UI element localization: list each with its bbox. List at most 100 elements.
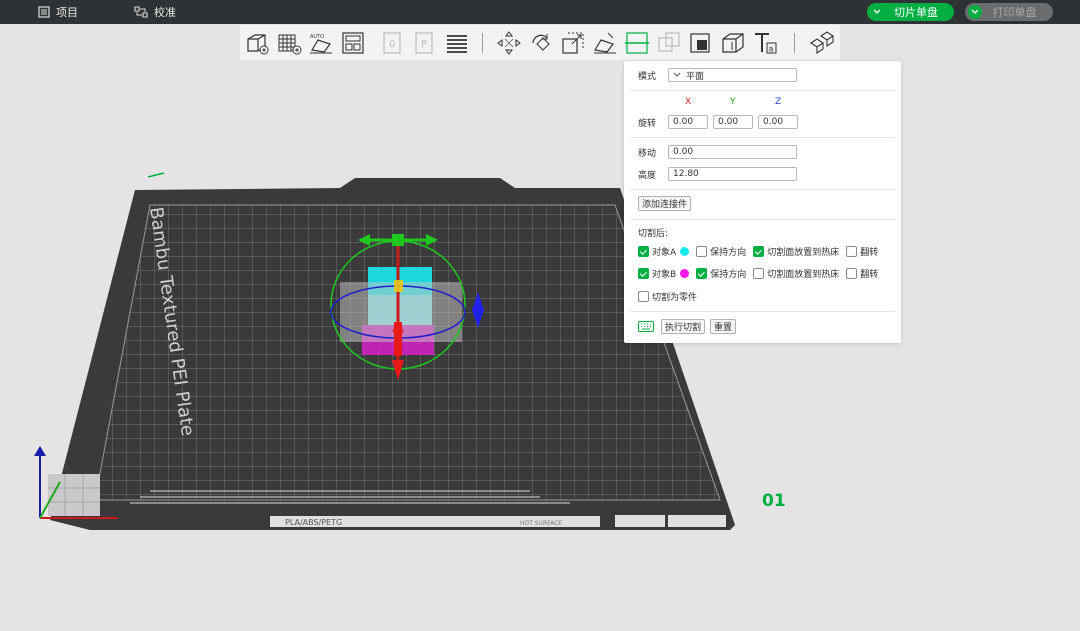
cut-panel: 模式 平面 X Y Z 旋转 0.00 0.00 0.00 移动 0.00 高度…: [624, 61, 901, 343]
move-value: 0.00: [673, 147, 694, 157]
object-a-checkbox[interactable]: [638, 246, 649, 257]
edit-icon[interactable]: [147, 172, 165, 178]
project-tab[interactable]: 项目: [38, 4, 78, 20]
object-b-place-on-bed-option[interactable]: 切割面放置到热床: [753, 267, 839, 280]
axis-y-label: Y: [730, 97, 736, 107]
3d-viewport[interactable]: PLA/ABS/PETG HOT SURFACE Bambu Textured …: [0, 60, 1080, 631]
print-plate-button[interactable]: 打印单盘: [965, 3, 1053, 21]
axis-z-label: Z: [775, 97, 782, 107]
keyboard-icon[interactable]: [638, 321, 654, 332]
after-cut-label: 切割后:: [638, 229, 669, 239]
chevron-down-icon: [673, 72, 681, 77]
svg-text:0: 0: [389, 39, 395, 50]
mode-select[interactable]: 平面: [668, 68, 797, 82]
object-a-flip-checkbox[interactable]: [846, 246, 858, 257]
divider: [630, 90, 895, 91]
project-icon: [38, 6, 50, 18]
lay-on-face-icon[interactable]: [592, 30, 618, 56]
slice-plate-label: 切片单盘: [894, 6, 938, 19]
object-b-flip-option[interactable]: 翻转: [846, 267, 878, 280]
object-a-color-swatch: [680, 247, 690, 256]
object-a-place-on-bed-label: 切割面放置到热床: [767, 248, 840, 258]
arrange-grid-icon[interactable]: [276, 30, 302, 56]
print-plate-label: 打印单盘: [992, 6, 1037, 19]
toolbar-separator: [482, 33, 483, 53]
object-b-keep-orientation-option[interactable]: 保持方向: [696, 267, 746, 280]
rotation-z-value: 0.00: [763, 117, 784, 127]
cut-icon[interactable]: [624, 30, 650, 56]
object-b-place-on-bed-label: 切割面放置到热床: [767, 270, 840, 280]
add-connector-button[interactable]: 添加连接件: [638, 196, 692, 211]
rotation-z-input[interactable]: 0.00: [758, 115, 798, 129]
calibrate-tab[interactable]: 校准: [134, 4, 176, 20]
object-a-flip-label: 翻转: [860, 248, 879, 258]
perform-cut-button[interactable]: 执行切割: [661, 319, 706, 334]
move-icon[interactable]: [496, 30, 522, 56]
rotation-x-input[interactable]: 0.00: [668, 115, 708, 129]
calibrate-icon: [134, 6, 148, 18]
plate-p-icon[interactable]: P: [412, 30, 438, 56]
object-b-checkbox[interactable]: [638, 268, 649, 279]
layout-icon[interactable]: [340, 30, 366, 56]
scale-icon[interactable]: [560, 30, 586, 56]
rotation-y-input[interactable]: 0.00: [713, 115, 753, 129]
mode-label: 模式: [638, 71, 657, 82]
add-cube-icon[interactable]: [244, 30, 270, 56]
object-b-option[interactable]: 对象B: [638, 267, 690, 280]
object-a-keep-orientation-checkbox[interactable]: [696, 246, 708, 257]
divider: [630, 219, 895, 220]
axis-x-label: X: [685, 97, 692, 107]
divider: [630, 311, 895, 312]
main-toolbar: AUTO 0 P a: [240, 25, 840, 60]
chevron-down-icon[interactable]: [968, 5, 982, 19]
object-a-row: 对象A 保持方向 切割面放置到热床 翻转: [638, 245, 885, 258]
object-a-label: 对象A: [652, 248, 677, 258]
assembly-icon[interactable]: [808, 30, 834, 56]
object-b-keep-orientation-checkbox[interactable]: [696, 268, 708, 279]
object-a-place-on-bed-checkbox[interactable]: [753, 246, 765, 257]
object-b-flip-label: 翻转: [860, 270, 879, 280]
cut-to-parts-label: 切割为零件: [652, 293, 698, 303]
support-paint-icon[interactable]: [688, 30, 714, 56]
object-a-keep-orientation-label: 保持方向: [710, 248, 747, 258]
object-b-place-on-bed-checkbox[interactable]: [753, 268, 765, 279]
cut-to-parts-option[interactable]: 切割为零件: [638, 290, 697, 303]
slice-plate-button[interactable]: 切片单盘: [867, 3, 954, 21]
calibrate-label: 校准: [154, 6, 176, 19]
object-a-option[interactable]: 对象A: [638, 245, 690, 258]
add-connector-label: 添加连接件: [642, 200, 688, 210]
divider: [630, 137, 895, 138]
move-label: 移动: [638, 148, 657, 159]
svg-text:P: P: [421, 39, 427, 50]
object-b-label: 对象B: [652, 270, 677, 280]
seam-paint-icon[interactable]: [720, 30, 746, 56]
svg-text:AUTO: AUTO: [310, 34, 324, 40]
auto-orient-icon[interactable]: AUTO: [308, 30, 334, 56]
filament-label: PLA/ABS/PETG: [285, 518, 342, 527]
project-label: 项目: [56, 6, 78, 19]
object-b-keep-orientation-label: 保持方向: [710, 270, 747, 280]
rotation-x-value: 0.00: [673, 117, 694, 127]
height-label: 高度: [638, 170, 657, 181]
object-b-flip-checkbox[interactable]: [846, 268, 858, 279]
hot-surface-label: HOT SURFACE: [520, 520, 562, 527]
text-icon[interactable]: a: [752, 30, 778, 56]
chevron-down-icon[interactable]: [870, 5, 884, 19]
plate-0-icon[interactable]: 0: [380, 30, 406, 56]
object-a-flip-option[interactable]: 翻转: [846, 245, 878, 258]
boolean-icon[interactable]: [656, 30, 682, 56]
layers-icon[interactable]: [444, 30, 470, 56]
cut-to-parts-checkbox[interactable]: [638, 291, 649, 302]
rotate-icon[interactable]: [528, 30, 554, 56]
object-a-keep-orientation-option[interactable]: 保持方向: [696, 245, 746, 258]
height-value: 12.80: [673, 169, 699, 179]
top-bar: 项目 校准 切片单盘 打印单盘: [0, 0, 1080, 24]
perform-cut-label: 执行切割: [665, 323, 702, 333]
object-a-place-on-bed-option[interactable]: 切割面放置到热床: [753, 245, 839, 258]
reset-button[interactable]: 重置: [710, 319, 737, 334]
move-input[interactable]: 0.00: [668, 145, 797, 159]
reset-label: 重置: [714, 323, 733, 333]
plate-number: 01: [762, 491, 786, 511]
divider: [630, 189, 895, 190]
height-input[interactable]: 12.80: [668, 167, 797, 181]
